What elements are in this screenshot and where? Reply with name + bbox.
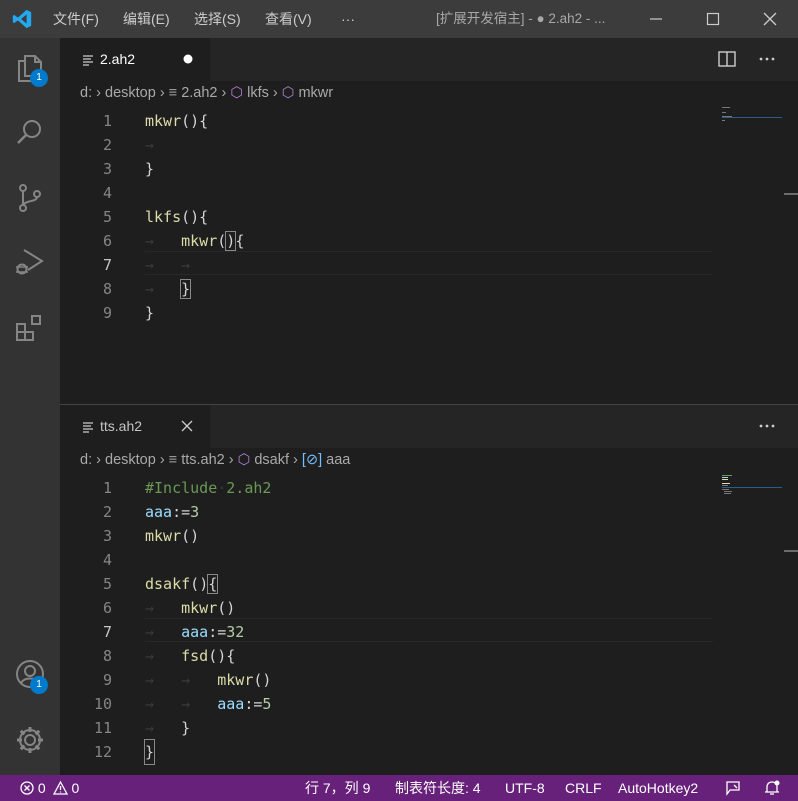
tab-tts-ah2[interactable]: tts.ah2	[60, 405, 210, 448]
code-line[interactable]: 5 lkfs(){	[60, 205, 720, 229]
code-line[interactable]: 10 → → aaa:=5	[60, 692, 720, 716]
error-icon	[20, 781, 34, 795]
breadcrumb-symbol[interactable]: lkfs	[247, 85, 269, 101]
code-line[interactable]: 4	[60, 181, 720, 205]
code-line[interactable]: 9}	[60, 301, 720, 325]
extensions-icon[interactable]	[14, 312, 46, 344]
function-cube-icon: ⬡	[281, 85, 295, 102]
chevron-right-icon: ›	[159, 85, 165, 102]
code-line[interactable]: 8 → }	[60, 277, 720, 301]
feedback-icon[interactable]	[725, 780, 743, 796]
code-line[interactable]: 6 → mkwr()	[60, 596, 720, 620]
explorer-badge: 1	[30, 69, 48, 87]
code-line[interactable]: 9 → → mkwr()	[60, 668, 720, 692]
account-badge: 1	[30, 676, 48, 694]
chevron-right-icon: ›	[272, 85, 278, 102]
breadcrumb-symbol[interactable]: dsakf	[254, 452, 289, 468]
settings-gear-icon[interactable]	[14, 724, 46, 756]
tab-label: 2.ah2	[100, 51, 136, 67]
breadcrumb: d: › desktop › ≡ 2.ah2 › ⬡ lkfs › ⬡ mkwr	[80, 85, 333, 107]
code-line[interactable]: 1 #Include·2.ah2	[60, 476, 720, 500]
top-editor-group: 2.ah2 d: › desktop › ≡ 2.ah2 › ⬡ lkfs › …	[60, 38, 798, 404]
code-line[interactable]: 7 → aaa:=32	[60, 620, 720, 644]
breadcrumb-folder[interactable]: desktop	[105, 85, 156, 101]
language-mode[interactable]: AutoHotkey2	[618, 775, 698, 801]
vscode-logo-icon	[12, 9, 32, 29]
notifications-bell-icon[interactable]	[763, 779, 781, 797]
tab-label: tts.ah2	[100, 418, 143, 434]
close-tab-icon[interactable]	[181, 420, 193, 432]
more-actions-icon[interactable]	[757, 417, 777, 435]
code-line[interactable]: 7 → →	[60, 253, 720, 277]
chevron-right-icon: ›	[96, 85, 101, 102]
more-actions-icon[interactable]	[757, 50, 777, 68]
close-window-icon[interactable]	[758, 8, 782, 30]
file-lines-icon	[83, 422, 93, 433]
code-line[interactable]: 8 → fsd(){	[60, 644, 720, 668]
search-icon[interactable]	[14, 116, 46, 148]
code-line[interactable]: 3 mkwr()	[60, 524, 720, 548]
file-lines-icon: ≡	[168, 85, 178, 102]
minimize-icon[interactable]	[644, 8, 668, 30]
file-lines-icon: ≡	[168, 452, 178, 469]
breadcrumb: d: › desktop › ≡ tts.ah2 › ⬡ dsakf › [⊘]…	[80, 452, 350, 474]
problems-indicator[interactable]: 0 0	[20, 775, 79, 801]
function-cube-icon: ⬡	[230, 85, 244, 102]
code-line[interactable]: 6 → mkwr(){	[60, 229, 720, 253]
code-line[interactable]: 11 → }	[60, 716, 720, 740]
bottom-editor-group: tts.ah2 d: › desktop › ≡ tts.ah2 › ⬡ dsa…	[60, 405, 798, 775]
code-line[interactable]: 2 →	[60, 133, 720, 157]
scrollbar[interactable]	[784, 448, 798, 775]
code-line[interactable]: 4	[60, 548, 720, 572]
split-editor-icon[interactable]	[717, 50, 737, 68]
top-tabs-bar: 2.ah2	[60, 38, 798, 81]
window-title: [扩展开发宿主] - ● 2.ah2 - ...	[436, 11, 606, 26]
menu-edit[interactable]: 编辑(E)	[123, 0, 170, 38]
menu-view[interactable]: 查看(V)	[265, 0, 312, 38]
warning-icon	[52, 780, 68, 795]
run-debug-icon[interactable]	[14, 246, 46, 278]
code-line[interactable]: 2 aaa:=3	[60, 500, 720, 524]
code-line[interactable]: 3}	[60, 157, 720, 181]
tab-size[interactable]: 制表符长度: 4	[395, 775, 481, 801]
breadcrumb-file[interactable]: tts.ah2	[181, 452, 225, 468]
tab-2-ah2[interactable]: 2.ah2	[60, 38, 210, 81]
minimap[interactable]	[722, 107, 782, 127]
encoding[interactable]: UTF-8	[505, 775, 545, 801]
scrollbar[interactable]	[784, 81, 798, 404]
breadcrumb-symbol[interactable]: aaa	[326, 452, 350, 468]
variable-icon: [⊘]	[301, 452, 323, 469]
error-count: 0	[37, 780, 46, 796]
menu-file[interactable]: 文件(F)	[53, 0, 99, 38]
function-cube-icon: ⬡	[237, 452, 251, 469]
cursor-position[interactable]: 行 7，列 9	[305, 775, 370, 801]
source-control-icon[interactable]	[14, 182, 46, 214]
minimap[interactable]	[722, 474, 782, 498]
maximize-icon[interactable]	[701, 8, 725, 30]
menu-selection[interactable]: 选择(S)	[194, 0, 241, 38]
menu-more[interactable]: ···	[341, 0, 355, 38]
end-of-line[interactable]: CRLF	[565, 775, 602, 801]
chevron-right-icon: ›	[228, 452, 234, 469]
title-bar: 文件(F) 编辑(E) 选择(S) 查看(V) ··· [扩展开发宿主] - ●…	[0, 0, 798, 38]
file-lines-icon	[83, 55, 93, 66]
status-bar: 0 0 行 7，列 9 制表符长度: 4 UTF-8 CRLF AutoHotk…	[0, 775, 798, 801]
chevron-right-icon: ›	[159, 452, 165, 469]
chevron-right-icon: ›	[221, 85, 227, 102]
breadcrumb-drive[interactable]: d:	[80, 452, 92, 468]
chevron-right-icon: ›	[96, 452, 101, 469]
breadcrumb-folder[interactable]: desktop	[105, 452, 156, 468]
code-line[interactable]: 1 mkwr(){	[60, 109, 720, 133]
code-line[interactable]: 5 dsakf(){	[60, 572, 720, 596]
chevron-right-icon: ›	[293, 452, 298, 469]
unsaved-dot-icon[interactable]	[183, 54, 193, 64]
code-line[interactable]: 12}	[60, 739, 720, 765]
breadcrumb-symbol[interactable]: mkwr	[298, 85, 333, 101]
warning-count: 0	[71, 780, 80, 796]
breadcrumb-drive[interactable]: d:	[80, 85, 92, 101]
bottom-tabs-bar: tts.ah2	[60, 405, 798, 448]
breadcrumb-file[interactable]: 2.ah2	[181, 85, 217, 101]
activity-bar: 1 1	[0, 38, 60, 775]
